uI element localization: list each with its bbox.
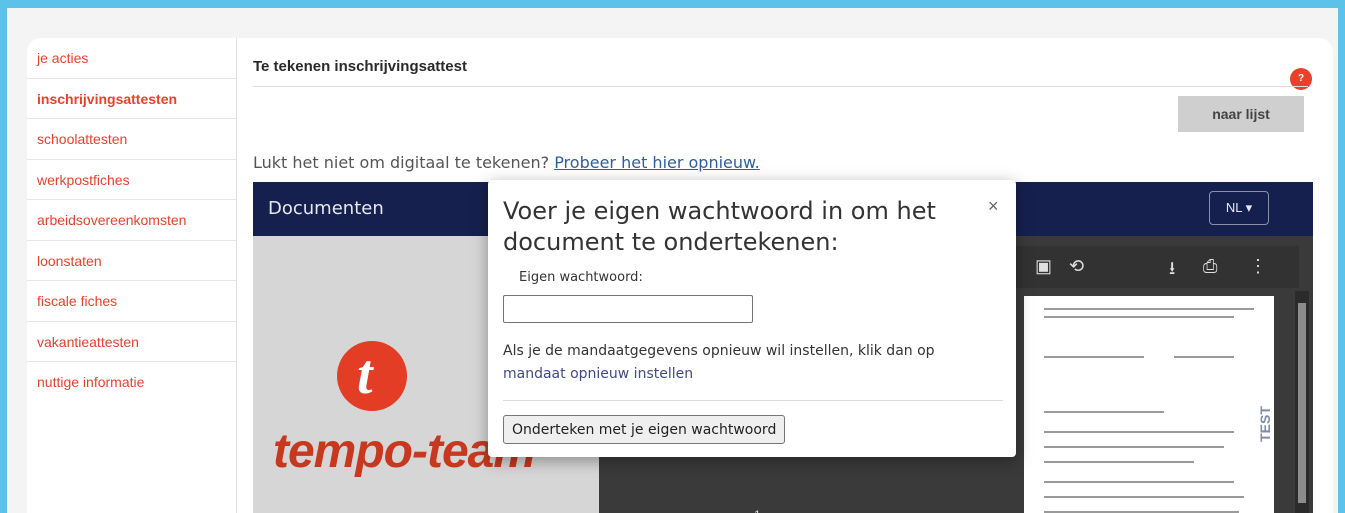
sign-with-password-button[interactable]: Onderteken met je eigen wachtwoord: [503, 415, 786, 444]
close-icon[interactable]: ×: [988, 196, 999, 217]
password-label: Eigen wachtwoord:: [519, 270, 643, 285]
tempo-team-logo-icon: t: [337, 341, 407, 411]
title-divider: [253, 86, 1308, 87]
sidebar-item-je-acties[interactable]: je acties: [27, 38, 236, 79]
sidebar-item-werkpostfiches[interactable]: werkpostfiches: [27, 160, 236, 200]
sidebar-item-vakantieattesten[interactable]: vakantieattesten: [27, 322, 236, 362]
retry-link[interactable]: Probeer het hier opnieuw.: [554, 153, 760, 172]
sign-dialog: Voer je eigen wachtwoord in om het docum…: [488, 180, 1016, 457]
sidebar-item-schoolattesten[interactable]: schoolattesten: [27, 119, 236, 160]
sidebar-item-loonstaten[interactable]: loonstaten: [27, 241, 236, 281]
test-stamp: TEST: [1256, 406, 1273, 442]
language-dropdown[interactable]: NL ▾: [1209, 191, 1269, 225]
mandaat-reset-link[interactable]: mandaat opnieuw instellen: [503, 366, 693, 382]
sidebar-item-arbeidsovereenkomsten[interactable]: arbeidsovereenkomsten: [27, 200, 236, 241]
mandaat-text: Als je de mandaatgegevens opnieuw wil in…: [503, 343, 935, 359]
fit-page-icon[interactable]: ▣: [1035, 256, 1052, 277]
sidebar: je acties inschrijvingsattesten schoolat…: [27, 38, 237, 513]
password-input[interactable]: [503, 295, 753, 323]
documents-title: Documenten: [268, 198, 384, 219]
pdf-page: TEST: [1024, 296, 1274, 513]
pdf-scrollbar[interactable]: [1295, 291, 1309, 513]
print-icon[interactable]: ⎙: [1203, 256, 1217, 277]
sidebar-item-inschrijvingsattesten[interactable]: inschrijvingsattesten: [27, 79, 236, 119]
download-icon[interactable]: ⭳: [1169, 256, 1175, 286]
sidebar-item-nuttige-informatie[interactable]: nuttige informatie: [27, 362, 236, 403]
rotate-icon[interactable]: ⟲: [1069, 256, 1084, 277]
dialog-title: Voer je eigen wachtwoord in om het docum…: [503, 197, 936, 256]
mandaat-message: Als je de mandaatgegevens opnieuw wil in…: [503, 340, 993, 386]
logo-letter: t: [357, 344, 373, 406]
retry-text: Lukt het niet om digitaal te tekenen?: [253, 153, 550, 172]
dialog-divider: [503, 400, 1003, 401]
sidebar-item-fiscale-fiches[interactable]: fiscale fiches: [27, 281, 236, 322]
page-title: Te tekenen inschrijvingsattest: [253, 58, 467, 75]
page-number: 1: [754, 508, 761, 513]
more-options-icon[interactable]: ⋮: [1249, 256, 1267, 277]
retry-message: Lukt het niet om digitaal te tekenen? Pr…: [253, 153, 760, 172]
back-to-list-button[interactable]: naar lijst: [1178, 96, 1304, 132]
